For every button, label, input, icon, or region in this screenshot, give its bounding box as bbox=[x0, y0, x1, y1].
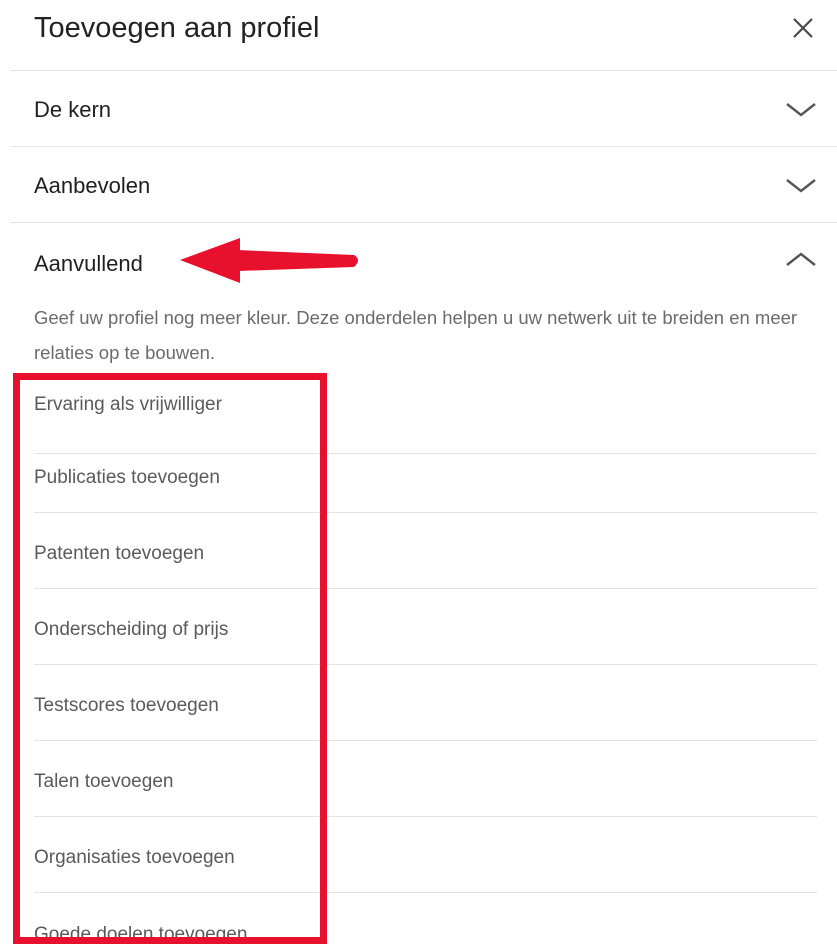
close-button[interactable] bbox=[785, 10, 821, 46]
list-item-label: Organisaties toevoegen bbox=[34, 847, 235, 868]
dialog-title: Toevoegen aan profiel bbox=[34, 12, 320, 44]
list-item-test-scores[interactable]: Testscores toevoegen bbox=[34, 665, 817, 741]
list-item-organizations[interactable]: Organisaties toevoegen bbox=[34, 817, 817, 893]
section-label: De kern bbox=[34, 97, 112, 122]
list-item-label: Publicaties toevoegen bbox=[34, 467, 220, 488]
list-item-label: Patenten toevoegen bbox=[34, 543, 205, 564]
list-item-causes[interactable]: Goede doelen toevoegen bbox=[34, 893, 817, 951]
list-item-label: Onderscheiding of prijs bbox=[34, 619, 229, 640]
list-item-publications[interactable]: Publicaties toevoegen bbox=[34, 437, 817, 513]
add-to-profile-dialog: Toevoegen aan profiel De kern Aanbevolen… bbox=[0, 0, 837, 951]
list-item-label: Talen toevoegen bbox=[34, 771, 174, 792]
list-item-label: Ervaring als vrijwilliger bbox=[34, 394, 222, 415]
chevron-up-icon bbox=[786, 252, 816, 266]
chevron-down-icon bbox=[786, 103, 816, 117]
section-aanvullend[interactable]: Aanvullend bbox=[0, 223, 837, 297]
list-item-patents[interactable]: Patenten toevoegen bbox=[34, 513, 817, 589]
close-icon bbox=[793, 18, 813, 38]
section-aanbevolen[interactable]: Aanbevolen bbox=[0, 147, 837, 221]
section-description: Geef uw profiel nog meer kleur. Deze ond… bbox=[34, 307, 798, 363]
dialog-header: Toevoegen aan profiel bbox=[0, 0, 837, 70]
list-item-label: Goede doelen toevoegen bbox=[34, 924, 248, 945]
section-de-kern[interactable]: De kern bbox=[0, 71, 837, 145]
section-label: Aanbevolen bbox=[34, 173, 151, 198]
list-item-label: Testscores toevoegen bbox=[34, 695, 219, 716]
list-item-languages[interactable]: Talen toevoegen bbox=[34, 741, 817, 817]
list-item-honors-awards[interactable]: Onderscheiding of prijs bbox=[34, 589, 817, 665]
chevron-down-icon bbox=[786, 179, 816, 193]
section-label: Aanvullend bbox=[34, 251, 143, 276]
